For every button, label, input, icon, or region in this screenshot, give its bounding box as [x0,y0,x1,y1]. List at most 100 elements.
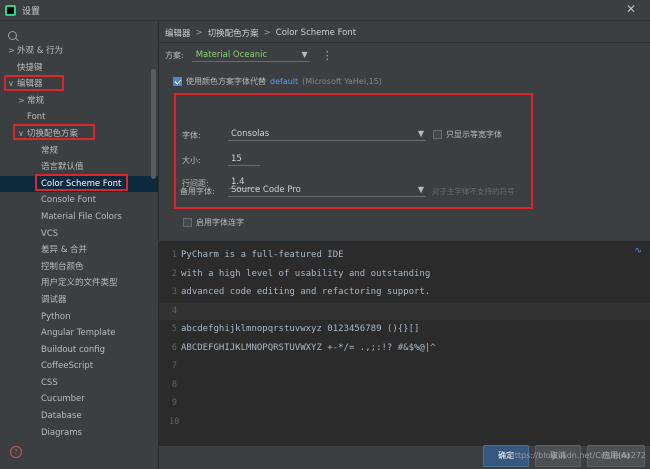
sidebar-item-label: CSS [41,377,58,388]
breadcrumb-editor: 编辑器 [165,29,191,39]
sidebar-item[interactable]: 调试器 [0,292,158,309]
sidebar-item[interactable]: Cucumber [0,391,158,408]
sidebar-item-label: Buildout config [41,344,105,355]
help-icon[interactable]: ? [10,446,22,458]
ligatures-label: 启用字体连字 [196,218,244,227]
sidebar-item-label: Material File Colors [41,211,122,222]
sidebar-item-label: 差异 & 合并 [41,245,88,256]
sidebar-item-label: Diagrams [41,427,82,438]
scheme-label: 方案: [165,50,184,60]
preview-line: 5 abcdefghijklmnopqrstuvwxyz 0123456789 (… [159,321,650,338]
preview-text: with a high level of usability and outst… [181,268,431,279]
sidebar-item[interactable]: Database [0,408,158,425]
sidebar-item-label: Angular Template [41,328,116,339]
sidebar-item-label: CoffeeScript [41,361,94,372]
sidebar-item[interactable]: Diagrams [0,425,158,442]
line-number: 2 [171,268,177,279]
annotation-box-color-scheme-font [35,174,128,191]
line-number: 3 [171,287,177,297]
sidebar-item[interactable]: 常规 [0,143,158,160]
search-input[interactable] [8,28,149,42]
font-value: Consolas [231,129,270,139]
font-dropdown[interactable]: Consolas ▼ [228,127,426,141]
scheme-value: Material Oceanic [195,50,268,60]
fallback-font-value: Source Code Pro [231,185,301,195]
sidebar-item[interactable]: CSS [0,375,158,392]
preview-line: 3 advanced code editing and refactoring s… [159,284,650,301]
preview-line: 9 [159,395,650,412]
breadcrumb-color-scheme: 切换配色方案 [207,29,259,39]
sidebar-item[interactable]: Material File Colors [0,209,158,226]
chevron-down-icon: ▼ [301,50,308,59]
annotation-box-color-scheme [13,124,95,140]
header-divider [159,42,650,43]
search-icon [8,30,17,40]
sidebar-item[interactable]: VCS [0,226,158,243]
chevron-right-icon[interactable]: > [18,93,27,110]
scheme-dropdown[interactable]: Material Oceanic ▼ [191,48,310,62]
sidebar-item[interactable]: Buildout config [0,342,158,359]
line-number: 1 [171,250,177,260]
line-number: 7 [171,361,177,371]
default-font-link[interactable]: default [270,77,298,86]
font-preview[interactable]: ∿ 1 PyCharm is a full-featured IDE 2 with a… [159,241,650,446]
close-icon[interactable]: ✕ [626,2,636,16]
sidebar-item-label: Database [41,411,82,422]
title-bar: 设置 ✕ [0,0,650,21]
line-number: 8 [171,379,177,390]
default-font-detail: (Microsoft YaHei,15) [302,77,382,86]
fallback-font-dropdown[interactable]: Source Code Pro ▼ [228,183,426,197]
line-number: 5 [171,324,177,334]
sidebar-item[interactable]: Console Font [0,192,158,209]
chevron-down-icon: ▼ [417,185,424,194]
sidebar-item[interactable]: 差异 & 合并 [0,242,158,259]
scheme-row: 方案: Material Oceanic ▼ ⋮ [165,47,333,63]
sidebar-item[interactable]: > 常规 [0,93,158,110]
preview-line: 4 [159,302,650,320]
breadcrumb-page: Color Scheme Font [275,28,357,38]
sidebar-item[interactable]: > 外观 & 行为 [0,43,158,60]
mono-only-row: 只显示等宽字体 [433,129,502,140]
watermark: https://blog.csdn.net/Cristiano272 [509,451,646,460]
sidebar-item-label: 用户定义的文件类型 [41,278,118,289]
more-options-icon[interactable]: ⋮ [322,49,333,62]
sidebar-item-label: Cucumber [41,394,85,405]
preview-line: 10 [159,414,650,431]
sidebar-item[interactable]: Angular Template [0,325,158,342]
sidebar-item-label: Python [41,311,71,322]
ligatures-checkbox[interactable] [183,218,192,227]
sidebar-item[interactable]: 快捷键 [0,60,158,77]
sidebar-item[interactable]: 控制台颜色 [0,259,158,276]
sidebar-item[interactable]: CoffeeScript [0,358,158,375]
preview-line: 6 ABCDEFGHIJKLMNOPQRSTUVWXYZ +-*/= .,;:!?… [159,340,650,357]
sidebar-item-label: Console Font [41,195,96,206]
sidebar-item-label: 常规 [27,95,45,106]
mono-only-checkbox[interactable] [433,130,442,139]
sidebar-item-label: 常规 [41,145,59,156]
ligatures-row: 启用字体连字 [183,217,244,228]
use-default-label: 使用颜色方案字体代替 [186,77,266,86]
size-input[interactable]: 15 [228,152,260,166]
sidebar-item-label: 调试器 [41,294,67,305]
chevron-right-icon[interactable]: > [8,43,17,60]
window-title: 设置 [22,6,41,17]
fallback-label: 备用字体: [180,187,215,196]
preview-text: ABCDEFGHIJKLMNOPQRSTUVWXYZ +-*/= .,;:!? … [181,342,436,353]
sidebar-item-label: 控制台颜色 [41,261,84,272]
use-default-checkbox[interactable] [173,77,182,86]
chevron-down-icon: ▼ [417,129,424,138]
sidebar-item[interactable]: Python [0,309,158,326]
sidebar-scrollbar[interactable] [151,69,156,179]
preview-line: 8 [159,377,650,394]
sidebar-item-label: VCS [41,228,59,239]
mono-only-label: 只显示等宽字体 [446,130,502,139]
preview-line: 2 with a high level of usability and outs… [159,266,650,283]
line-number: 10 [169,416,180,427]
sidebar-item-label: Font [27,112,46,123]
sidebar-item[interactable]: 用户定义的文件类型 [0,275,158,292]
preview-text: abcdefghijklmnopqrstuvwxyz 0123456789 ()… [181,324,420,334]
main-panel: 编辑器 > 切换配色方案 > Color Scheme Font 方案: Mat… [159,21,650,469]
annotation-box-editor [4,75,64,91]
preview-line: 7 [159,358,650,375]
breadcrumb: 编辑器 > 切换配色方案 > Color Scheme Font [165,25,356,41]
